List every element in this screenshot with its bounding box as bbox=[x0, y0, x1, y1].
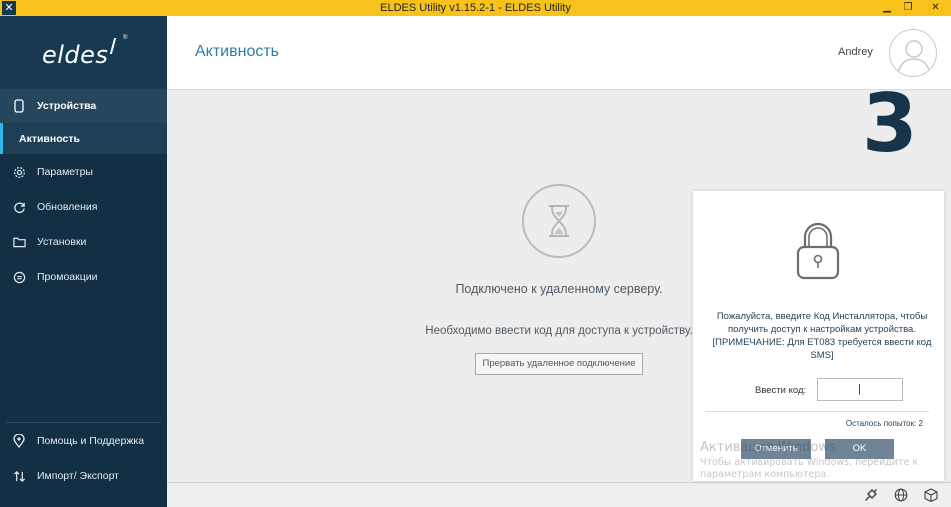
title-bar: ✕ ELDES Utility v1.15.2-1 - ELDES Utilit… bbox=[0, 0, 951, 16]
sidebar-item-label: Помощь и Поддержка bbox=[37, 435, 145, 447]
attempts-left-text: Осталось попыток: 2 bbox=[845, 419, 923, 428]
logo-area: eldes ® bbox=[0, 16, 167, 89]
user-name[interactable]: Andrey bbox=[838, 46, 873, 58]
sidebar-item-parameters[interactable]: Параметры bbox=[0, 155, 167, 189]
sidebar-divider bbox=[6, 422, 161, 423]
ok-button[interactable]: OK bbox=[825, 439, 894, 459]
logo-slash-mark bbox=[109, 38, 117, 54]
avatar[interactable] bbox=[889, 29, 937, 77]
globe-icon[interactable] bbox=[894, 488, 908, 502]
installer-code-dialog: Пожалуйста, введите Код Инсталлятора, чт… bbox=[693, 191, 944, 481]
padlock-icon bbox=[796, 221, 840, 286]
close-button[interactable]: ✕ bbox=[920, 0, 951, 16]
active-indicator bbox=[0, 123, 3, 154]
page-header: Активность Andrey bbox=[167, 16, 951, 90]
minimize-button[interactable]: ▁ bbox=[876, 0, 898, 16]
sidebar-item-import-export[interactable]: Импорт/ Экспорт bbox=[0, 459, 167, 493]
location-pin-icon bbox=[12, 434, 26, 448]
sidebar-item-help[interactable]: Помощь и Поддержка bbox=[0, 424, 167, 458]
sidebar-item-label: Обновления bbox=[37, 201, 98, 213]
refresh-icon bbox=[12, 200, 26, 214]
sidebar-item-activity[interactable]: Активность bbox=[0, 123, 167, 154]
sidebar-item-promotions[interactable]: Промоакции bbox=[0, 260, 167, 294]
maximize-button[interactable]: ❐ bbox=[897, 0, 919, 16]
sidebar-item-installations[interactable]: Установки bbox=[0, 225, 167, 259]
sidebar-item-updates[interactable]: Обновления bbox=[0, 190, 167, 224]
sidebar-item-label: Установки bbox=[37, 236, 87, 248]
device-icon bbox=[12, 99, 26, 113]
box-icon[interactable] bbox=[924, 488, 938, 503]
dialog-instructions: Пожалуйста, введите Код Инсталлятора, чт… bbox=[712, 311, 932, 361]
window-title: ELDES Utility v1.15.2-1 - ELDES Utility bbox=[380, 2, 571, 14]
hourglass-icon bbox=[522, 184, 596, 258]
connected-message: Подключено к удаленному серверу. bbox=[455, 282, 663, 296]
import-export-icon bbox=[12, 469, 26, 483]
promo-icon bbox=[12, 270, 26, 284]
plug-icon[interactable] bbox=[864, 488, 878, 502]
sidebar-item-label: Импорт/ Экспорт bbox=[37, 470, 119, 482]
user-avatar-icon bbox=[897, 40, 931, 75]
code-label: Ввести код: bbox=[755, 385, 807, 396]
status-bar bbox=[167, 482, 951, 507]
folder-icon bbox=[12, 235, 26, 249]
eldes-logo: eldes bbox=[42, 41, 109, 69]
sidebar-item-label: Активность bbox=[19, 132, 80, 145]
sidebar: eldes ® Устройства Активность Параметры … bbox=[0, 16, 167, 507]
abort-remote-connection-button[interactable]: Прервать удаленное подключение bbox=[475, 353, 643, 375]
sidebar-item-label: Устройства bbox=[37, 100, 97, 112]
sidebar-item-devices[interactable]: Устройства bbox=[0, 89, 167, 123]
installer-code-input[interactable]: | bbox=[817, 378, 903, 401]
gear-icon bbox=[12, 165, 26, 179]
step-number-annotation: 3 bbox=[862, 77, 918, 170]
sidebar-item-label: Промоакции bbox=[37, 271, 98, 283]
sidebar-item-label: Параметры bbox=[37, 166, 93, 178]
cancel-button[interactable]: Отменить bbox=[741, 439, 811, 459]
page-title: Активность bbox=[195, 43, 280, 60]
logo-registered-mark: ® bbox=[123, 35, 128, 41]
dialog-divider bbox=[705, 411, 929, 412]
